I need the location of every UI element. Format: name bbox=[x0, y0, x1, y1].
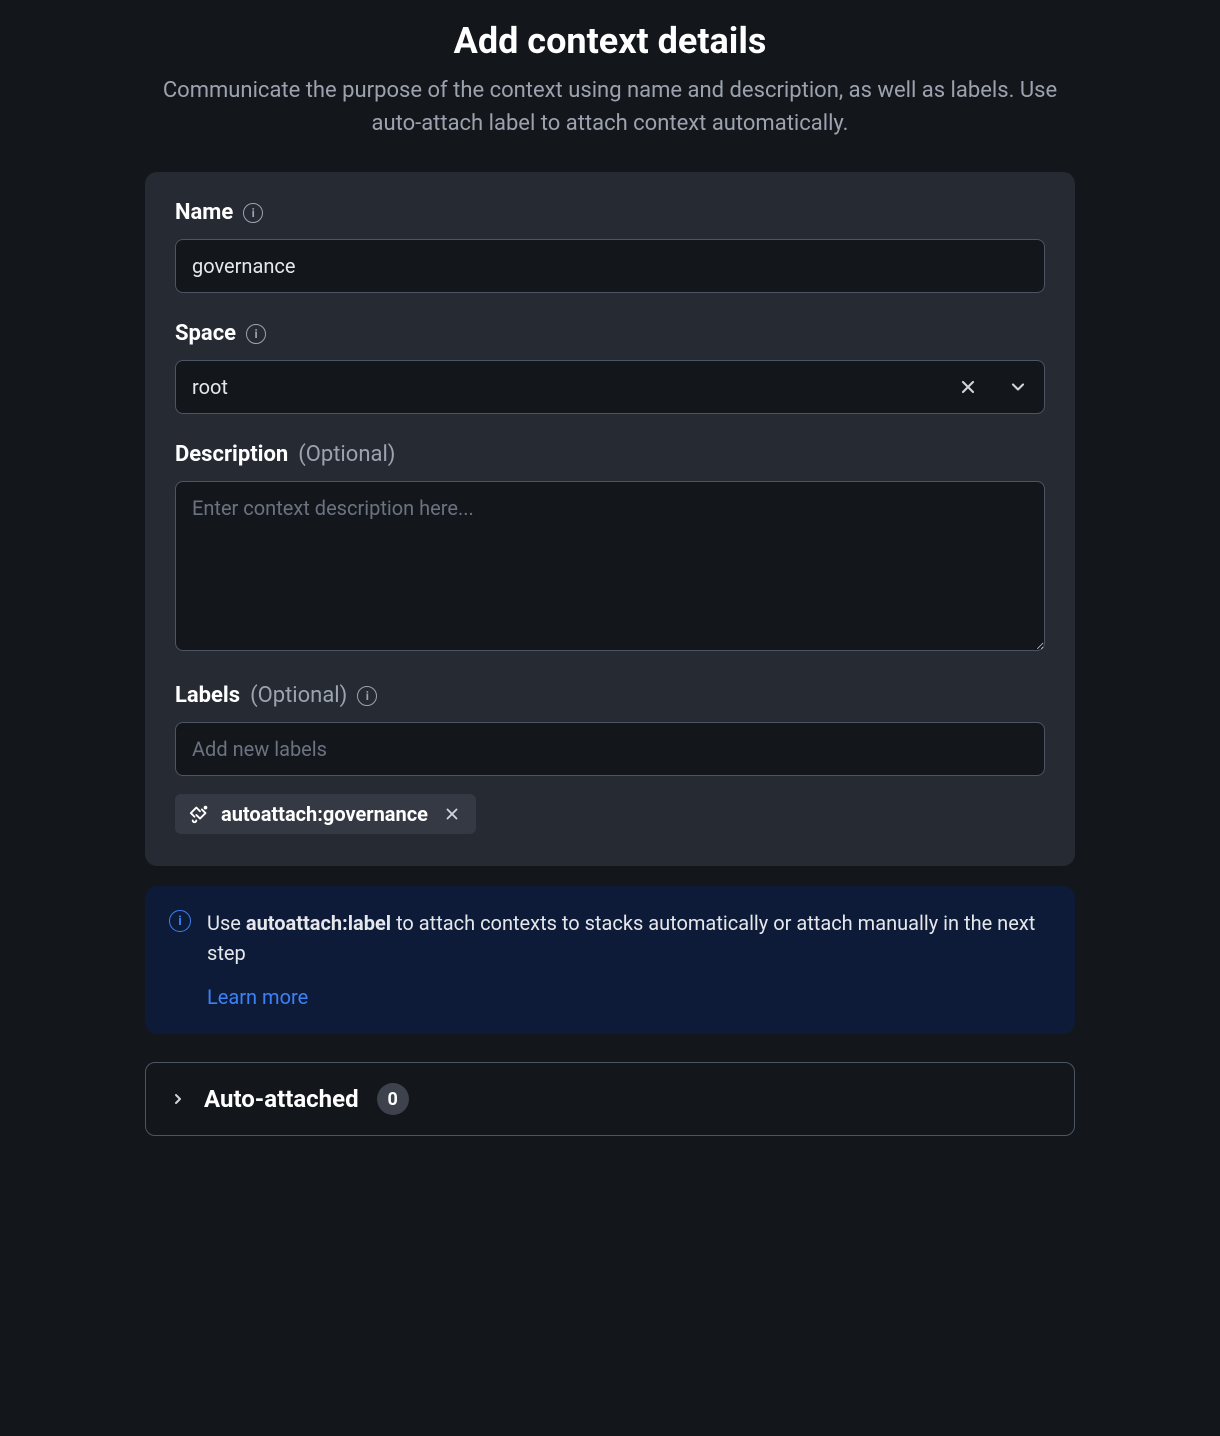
info-icon[interactable]: i bbox=[243, 203, 263, 223]
page-subtitle: Communicate the purpose of the context u… bbox=[160, 74, 1060, 140]
labels-optional: (Optional) bbox=[250, 683, 347, 708]
learn-more-link[interactable]: Learn more bbox=[207, 982, 308, 1012]
auto-attached-section[interactable]: Auto-attached 0 bbox=[145, 1062, 1075, 1136]
close-icon[interactable] bbox=[958, 377, 978, 397]
label-chip: autoattach:governance bbox=[175, 794, 476, 834]
info-icon[interactable]: i bbox=[357, 686, 377, 706]
chevron-right-icon bbox=[170, 1091, 186, 1107]
space-label: Space bbox=[175, 321, 236, 346]
banner-text-prefix: Use bbox=[207, 911, 246, 935]
labels-input[interactable] bbox=[175, 722, 1045, 776]
label-chip-text: autoattach:governance bbox=[221, 802, 428, 826]
description-textarea[interactable] bbox=[175, 481, 1045, 651]
page-title: Add context details bbox=[115, 20, 1105, 62]
info-banner: i Use autoattach:label to attach context… bbox=[145, 886, 1075, 1034]
form-card: Name i Space i root bbox=[145, 172, 1075, 866]
description-label: Description bbox=[175, 442, 288, 467]
description-optional: (Optional) bbox=[298, 442, 395, 467]
count-badge: 0 bbox=[377, 1083, 409, 1115]
auto-attached-title: Auto-attached bbox=[204, 1085, 359, 1113]
name-label: Name bbox=[175, 200, 233, 225]
info-icon: i bbox=[169, 910, 191, 932]
chevron-down-icon[interactable] bbox=[1008, 377, 1028, 397]
space-select[interactable]: root bbox=[175, 360, 1045, 414]
name-input[interactable] bbox=[175, 239, 1045, 293]
close-icon[interactable] bbox=[442, 804, 462, 824]
labels-label: Labels bbox=[175, 683, 240, 708]
info-icon[interactable]: i bbox=[246, 324, 266, 344]
magnet-icon bbox=[189, 803, 211, 825]
banner-text-bold: autoattach:label bbox=[246, 911, 391, 935]
space-value: root bbox=[192, 375, 228, 399]
